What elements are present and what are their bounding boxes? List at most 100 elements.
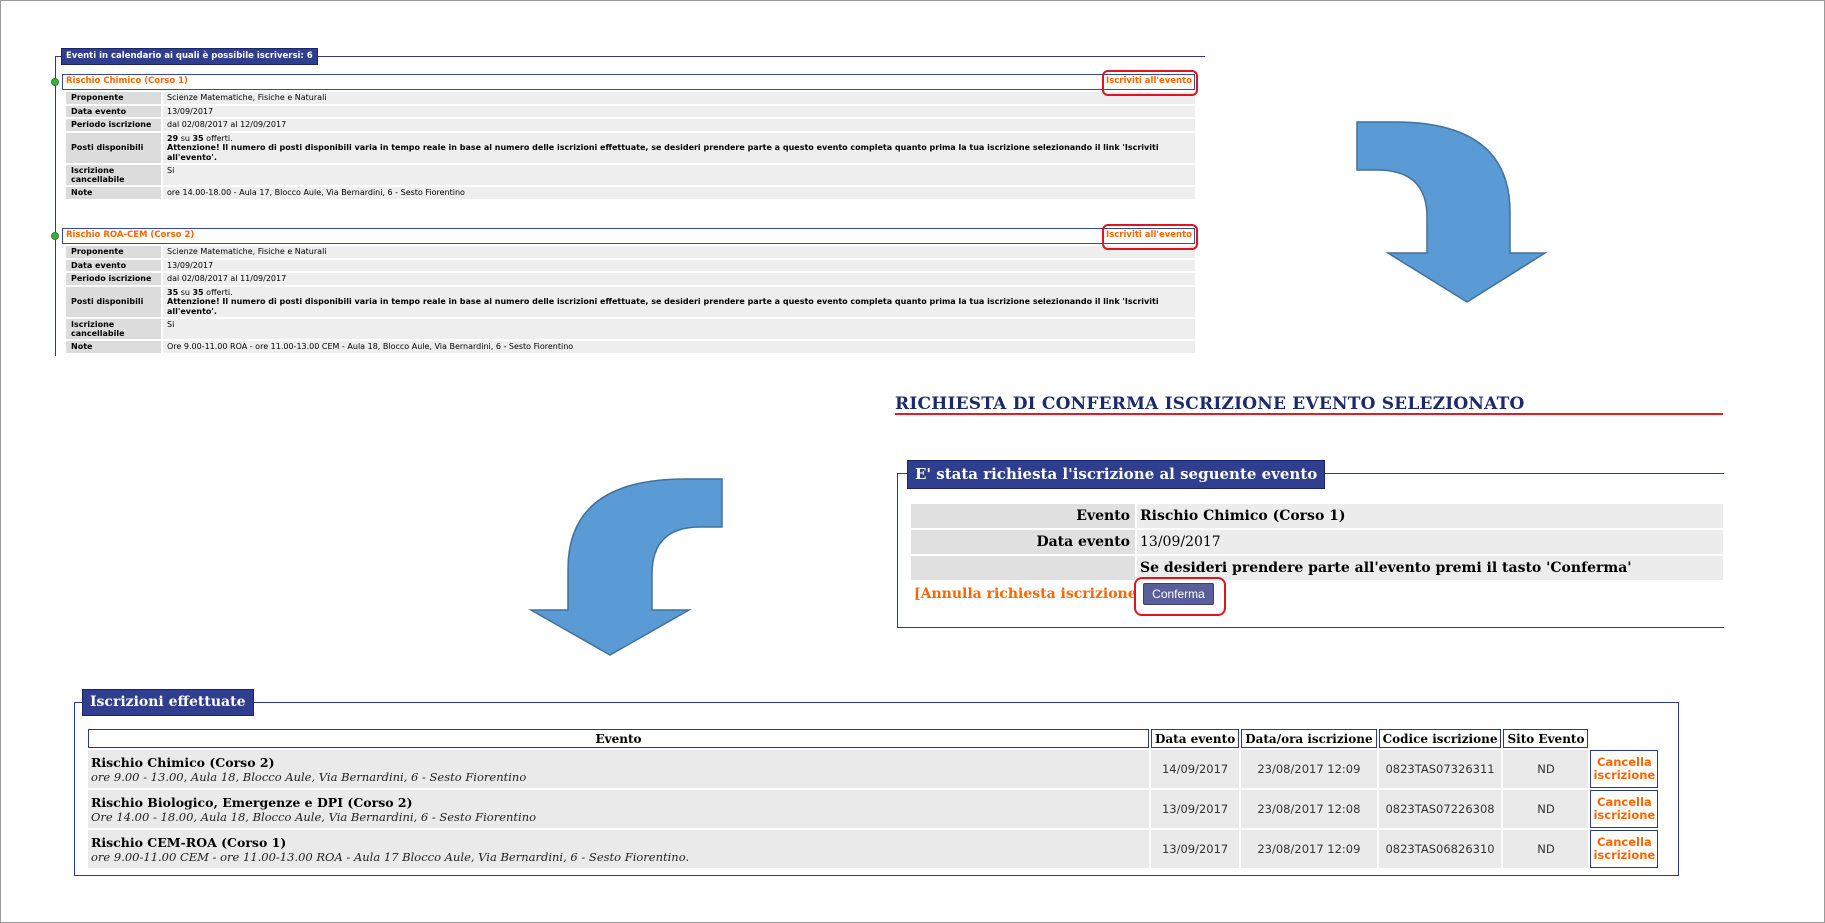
row-label: Posti disponibili bbox=[66, 132, 161, 163]
posti-num: 35 bbox=[167, 287, 179, 297]
row-value: Scienze Matematiche, Fisiche e Naturali bbox=[163, 246, 1195, 258]
confirm-label: Data evento bbox=[911, 530, 1135, 554]
event-desc: Ore 14.00 - 18.00, Aula 18, Blocco Aule,… bbox=[91, 809, 537, 824]
posti-tot: 35 bbox=[192, 287, 204, 297]
posti-warning: Attenzione! Il numero di posti disponibi… bbox=[167, 297, 1159, 316]
row-label: Proponente bbox=[66, 92, 161, 104]
row-label: Iscrizione cancellabile bbox=[66, 319, 161, 339]
confirm-row-hint: Se desideri prendere parte all'evento pr… bbox=[911, 556, 1723, 580]
registration-code: 0823TAS07226308 bbox=[1378, 790, 1502, 828]
row-label: Data evento bbox=[66, 105, 161, 117]
event-desc: ore 9.00-11.00 CEM - ore 11.00-13.00 ROA… bbox=[91, 849, 690, 864]
event-date: 13/09/2017 bbox=[1151, 790, 1240, 828]
highlight-circle bbox=[1102, 224, 1198, 250]
curved-arrow-down-left-icon bbox=[528, 478, 723, 656]
posti-su: su bbox=[180, 133, 190, 143]
registration-code: 0823TAS06826310 bbox=[1378, 830, 1502, 868]
event-site: ND bbox=[1503, 830, 1589, 868]
event-name: Rischio Biologico, Emergenze e DPI (Cors… bbox=[91, 794, 413, 810]
posti-suffix: offerti. bbox=[206, 287, 233, 297]
confirm-label: Evento bbox=[911, 504, 1135, 528]
registration-time: 23/08/2017 12:09 bbox=[1241, 750, 1377, 788]
event-desc: ore 9.00 - 13.00, Aula 18, Blocco Aule, … bbox=[91, 769, 527, 784]
row-value: Si bbox=[163, 319, 1195, 339]
event-cell: Rischio CEM-ROA (Corso 1) ore 9.00-11.00… bbox=[88, 830, 1149, 868]
confirm-row-data: Data evento 13/09/2017 bbox=[911, 530, 1723, 554]
calendar-event-1: Rischio Chimico (Corso 1) Iscriviti all'… bbox=[51, 70, 1198, 201]
row-value: Ore 9.00-11.00 ROA - ore 11.00-13.00 CEM… bbox=[163, 341, 1195, 353]
column-header-sito: Sito Evento bbox=[1503, 729, 1589, 748]
registration-code: 0823TAS07326311 bbox=[1378, 750, 1502, 788]
title-underline bbox=[895, 413, 1723, 415]
calendar-event-2: Rischio ROA-CEM (Corso 2) Iscriviti all'… bbox=[51, 224, 1198, 355]
event-name: Rischio Chimico (Corso 2) bbox=[91, 754, 275, 770]
event-title[interactable]: Rischio Chimico (Corso 1) bbox=[66, 76, 188, 86]
event-title[interactable]: Rischio ROA-CEM (Corso 2) bbox=[66, 230, 194, 240]
row-label: Periodo iscrizione bbox=[66, 273, 161, 285]
confirm-label bbox=[911, 556, 1135, 580]
column-header-data: Data evento bbox=[1151, 729, 1240, 748]
event-name: Rischio CEM-ROA (Corso 1) bbox=[91, 834, 287, 850]
event-cell: Rischio Biologico, Emergenze e DPI (Cors… bbox=[88, 790, 1149, 828]
registration-time: 23/08/2017 12:09 bbox=[1241, 830, 1377, 868]
event-date: 13/09/2017 bbox=[1151, 830, 1240, 868]
row-label: Iscrizione cancellabile bbox=[66, 165, 161, 185]
registration-time: 23/08/2017 12:08 bbox=[1241, 790, 1377, 828]
cancel-l2: iscrizione bbox=[1593, 848, 1656, 862]
confirm-hint: Se desideri prendere parte all'evento pr… bbox=[1137, 556, 1723, 580]
table-header-row: Evento Data evento Data/ora iscrizione C… bbox=[88, 729, 1658, 748]
event-header: Rischio Chimico (Corso 1) Iscriviti all'… bbox=[51, 70, 1198, 96]
curved-arrow-down-icon bbox=[1356, 121, 1548, 303]
cancel-l1: Cancella bbox=[1597, 795, 1652, 809]
highlight-circle bbox=[1134, 577, 1226, 616]
row-value: ore 14.00-18.00 - Aula 17, Blocco Aule, … bbox=[163, 187, 1195, 199]
confirm-value: Rischio Chimico (Corso 1) bbox=[1137, 504, 1723, 528]
event-date: 14/09/2017 bbox=[1151, 750, 1240, 788]
row-label: Note bbox=[66, 341, 161, 353]
row-value: dal 02/08/2017 al 11/09/2017 bbox=[163, 273, 1195, 285]
posti-warning: Attenzione! Il numero di posti disponibi… bbox=[167, 143, 1159, 162]
event-header: Rischio ROA-CEM (Corso 2) Iscriviti all'… bbox=[51, 224, 1198, 250]
row-label: Periodo iscrizione bbox=[66, 119, 161, 131]
confirm-value: 13/09/2017 bbox=[1137, 530, 1723, 554]
cancel-l1: Cancella bbox=[1597, 835, 1652, 849]
calendar-border-left bbox=[55, 56, 56, 356]
posti-value: 35 su 35 offerti. Attenzione! Il numero … bbox=[163, 286, 1195, 317]
posti-suffix: offerti. bbox=[206, 133, 233, 143]
column-header-empty bbox=[1590, 729, 1658, 748]
row-value: Si bbox=[163, 165, 1195, 185]
highlight-circle bbox=[1102, 70, 1198, 96]
cancel-l2: iscrizione bbox=[1593, 768, 1656, 782]
table-row: Rischio CEM-ROA (Corso 1) ore 9.00-11.00… bbox=[88, 830, 1659, 868]
bracket: [ bbox=[914, 586, 921, 602]
row-label: Posti disponibili bbox=[66, 286, 161, 317]
cancel-l1: Cancella bbox=[1597, 755, 1652, 769]
calendar-legend: Eventi in calendario ai quali è possibil… bbox=[61, 48, 318, 65]
status-dot-icon bbox=[51, 78, 59, 86]
cancel-request-link[interactable]: [Annulla richiesta iscrizione bbox=[914, 586, 1137, 602]
row-value: dal 02/08/2017 al 12/09/2017 bbox=[163, 119, 1195, 131]
row-value: Scienze Matematiche, Fisiche e Naturali bbox=[163, 92, 1195, 104]
row-value: 13/09/2017 bbox=[163, 105, 1195, 117]
posti-value: 29 su 35 offerti. Attenzione! Il numero … bbox=[163, 132, 1195, 163]
row-label: Data evento bbox=[66, 259, 161, 271]
event-site: ND bbox=[1503, 790, 1589, 828]
status-dot-icon bbox=[51, 232, 59, 240]
cancel-request-label[interactable]: Annulla richiesta iscrizione bbox=[921, 586, 1137, 602]
row-label: Note bbox=[66, 187, 161, 199]
cancel-l2: iscrizione bbox=[1593, 808, 1656, 822]
registrations-legend: Iscrizioni effettuate bbox=[82, 689, 254, 716]
event-site: ND bbox=[1503, 750, 1589, 788]
event-cell: Rischio Chimico (Corso 2) ore 9.00 - 13.… bbox=[88, 750, 1149, 788]
posti-tot: 35 bbox=[192, 133, 204, 143]
confirm-legend: E' stata richiesta l'iscrizione al segue… bbox=[907, 460, 1326, 489]
cancel-registration-button[interactable]: Cancella iscrizione bbox=[1590, 750, 1659, 788]
row-value: 13/09/2017 bbox=[163, 259, 1195, 271]
posti-su: su bbox=[180, 287, 190, 297]
registrations-table: Evento Data evento Data/ora iscrizione C… bbox=[86, 727, 1660, 870]
cancel-registration-button[interactable]: Cancella iscrizione bbox=[1590, 830, 1659, 868]
column-header-codice: Codice iscrizione bbox=[1378, 729, 1502, 748]
row-label: Proponente bbox=[66, 246, 161, 258]
column-header-data-ora: Data/ora iscrizione bbox=[1241, 729, 1377, 748]
cancel-registration-button[interactable]: Cancella iscrizione bbox=[1590, 790, 1659, 828]
